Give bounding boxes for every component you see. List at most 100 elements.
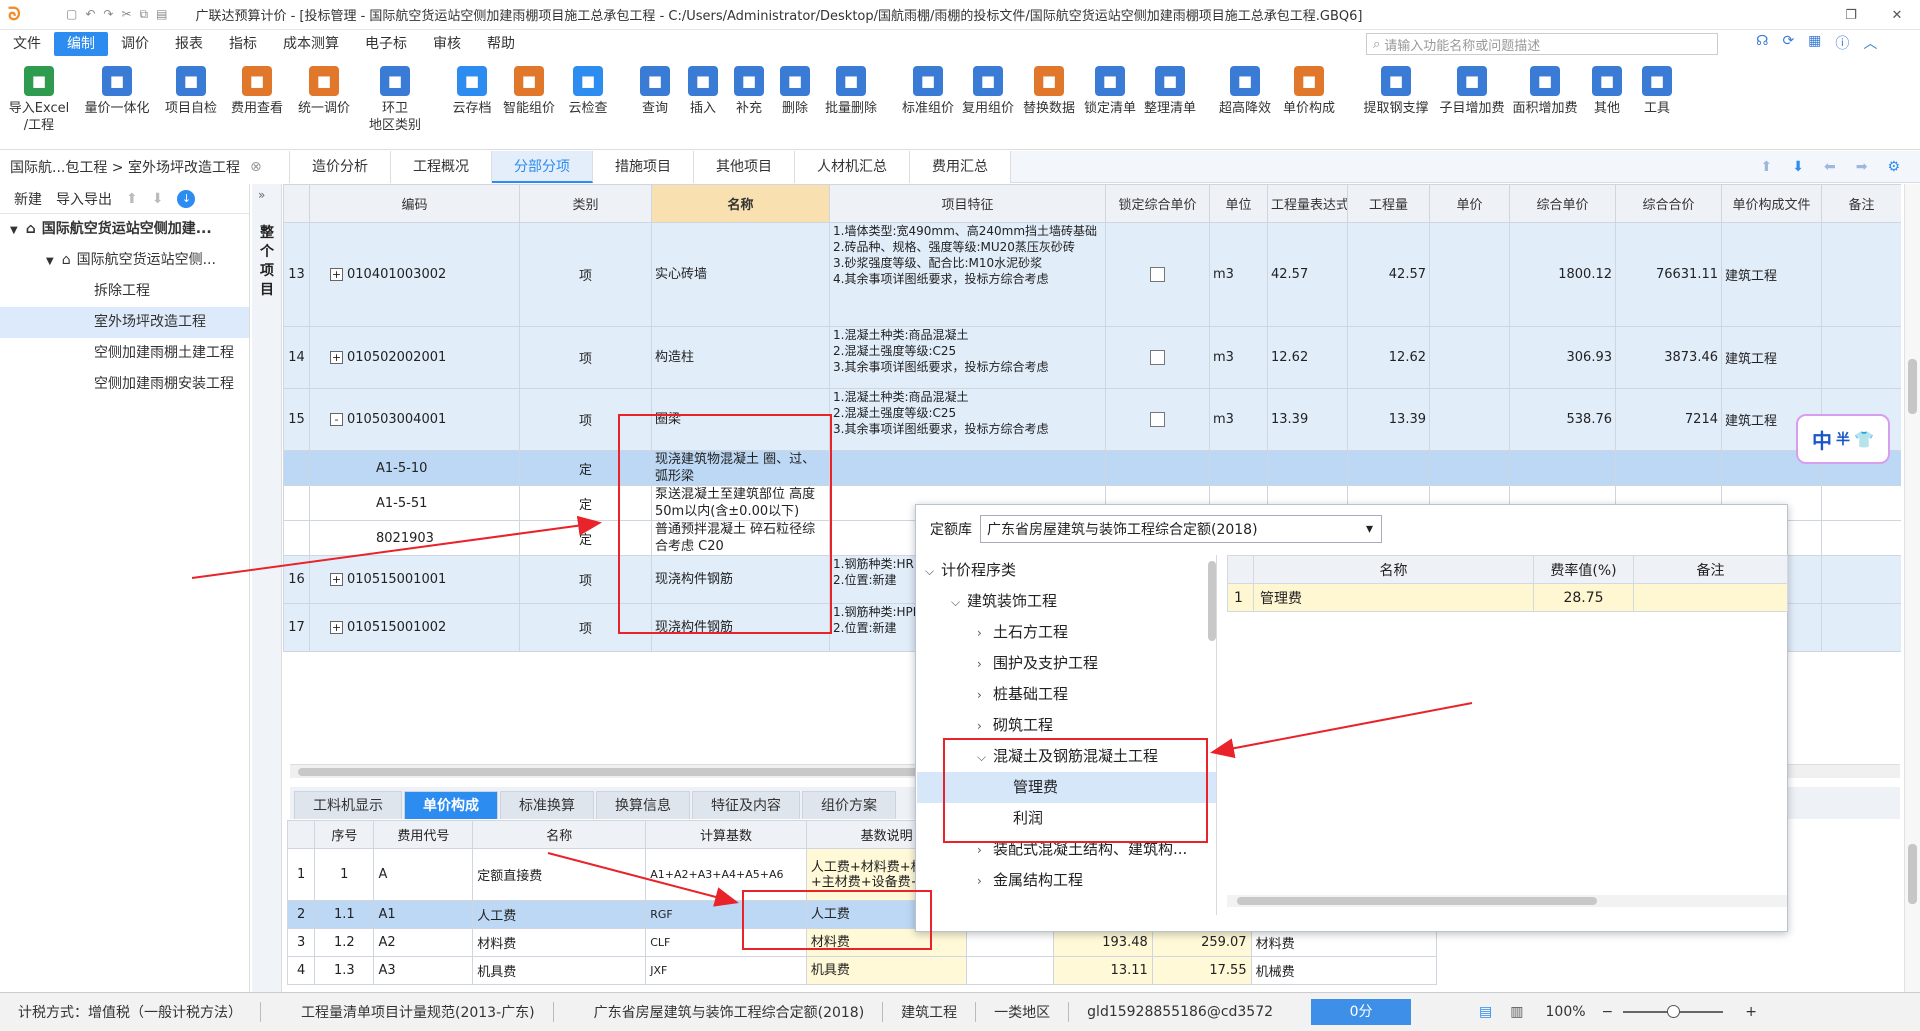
fee-rate-header-3[interactable]: 备注 <box>1633 555 1788 584</box>
quota-tree-item-0[interactable]: ⌵ 计价程序类 <box>917 555 1216 586</box>
code-cell[interactable]: +010502002001 <box>309 326 520 389</box>
tab-5[interactable]: 人材机汇总 <box>795 150 910 183</box>
fee-rate-header-1[interactable]: 名称 <box>1253 555 1534 584</box>
refresh-icon[interactable]: ⟳ <box>1782 33 1794 53</box>
copy-icon[interactable]: ⧉ <box>140 7 149 22</box>
detail-tab-1[interactable]: 单价构成 <box>404 791 498 819</box>
detail-tab-4[interactable]: 特征及内容 <box>692 791 800 819</box>
ribbon-button-6[interactable]: ■ 云存档 <box>448 58 496 117</box>
grid-row[interactable]: 15-010503004001 项圈梁 1.混凝土种类:商品混凝土 2.混凝土强度等… <box>283 388 1901 451</box>
grid-row[interactable]: 14 +010502002001 项构造柱 1.混凝土种类:商品混凝土 2.混凝土强度… <box>283 326 1901 389</box>
ribbon-button-12[interactable]: ■ 删除 <box>774 58 816 117</box>
chevron-right-icon[interactable]: › <box>977 711 993 742</box>
ribbon-button-11[interactable]: ■ 补充 <box>728 58 770 117</box>
ribbon-button-10[interactable]: ■ 插入 <box>682 58 724 117</box>
tree-toggle-icon[interactable]: ▼ <box>10 225 18 236</box>
ribbon-button-14[interactable]: ■ 标准组价 <box>900 58 956 117</box>
expand-toggle-icon[interactable]: + <box>330 351 343 364</box>
tree-item-1[interactable]: ▼ ⌂ 国际航空货运站空侧... <box>0 245 249 276</box>
lock-cell[interactable] <box>1105 450 1210 486</box>
unit-price-header-0[interactable] <box>287 820 316 849</box>
popup-hscrollbar[interactable] <box>1227 895 1787 907</box>
expand-toggle-icon[interactable]: + <box>330 573 343 586</box>
whole-project-tab[interactable]: » 整个项目 <box>252 184 282 992</box>
ribbon-button-25[interactable]: ■ 工具 <box>1634 58 1680 117</box>
quota-tree-item-8[interactable]: 利润 <box>917 803 1216 834</box>
ribbon-button-20[interactable]: ■ 单价构成 <box>1278 58 1340 117</box>
ribbon-button-8[interactable]: ■ 云检查 <box>562 58 614 117</box>
arrow-up-icon[interactable]: ⬆ <box>126 191 138 207</box>
grid-header-11[interactable]: 综合合价 <box>1615 184 1722 223</box>
menu-item-2[interactable]: 调价 <box>108 32 162 56</box>
detail-tab-3[interactable]: 换算信息 <box>596 791 690 819</box>
tree-toggle-icon[interactable]: ▼ <box>46 256 54 267</box>
ribbon-button-24[interactable]: ■ 其他 <box>1584 58 1630 117</box>
ribbon-button-13[interactable]: ■ 批量删除 <box>820 58 882 117</box>
collapse-icon[interactable]: ︿ <box>1863 33 1877 53</box>
feature-search-input[interactable]: ⌕ 请输入功能名称或问题描述 <box>1366 33 1718 55</box>
move-up-icon[interactable]: ⬆ <box>1761 159 1773 175</box>
cut-icon[interactable]: ✂ <box>121 7 131 22</box>
tree-item-0[interactable]: ▼ ⌂ 国际航空货运站空侧加建... <box>0 214 249 245</box>
code-cell[interactable]: +010515001001 <box>309 555 520 604</box>
ribbon-button-16[interactable]: ■ 替换数据 <box>1020 58 1078 117</box>
lock-checkbox[interactable] <box>1150 267 1165 282</box>
ribbon-button-0[interactable]: ■ 导入Excel /工程 <box>4 58 74 134</box>
quota-tree-item-3[interactable]: › 围护及支护工程 <box>917 648 1216 679</box>
import-export-button[interactable]: 导入导出 <box>56 189 112 209</box>
redo-icon[interactable]: ↷ <box>103 7 113 22</box>
layout-icon-b[interactable]: ▥ <box>1510 1004 1523 1020</box>
zoom-slider[interactable] <box>1623 1005 1724 1018</box>
grid-header-4[interactable]: 项目特征 <box>829 184 1106 223</box>
tab-2[interactable]: 分部分项 <box>492 150 593 183</box>
grid-header-5[interactable]: 锁定综合单价 <box>1105 184 1210 223</box>
lock-checkbox[interactable] <box>1150 350 1165 365</box>
quota-tree-item-2[interactable]: › 土石方工程 <box>917 617 1216 648</box>
grid-header-10[interactable]: 综合单价 <box>1509 184 1616 223</box>
menu-item-8[interactable]: 帮助 <box>474 32 528 56</box>
collapse-circle-icon[interactable]: ⊗ <box>250 159 262 175</box>
new-button[interactable]: 新建 <box>14 189 42 209</box>
zoom-out-icon[interactable]: − <box>1602 1004 1614 1020</box>
menu-item-7[interactable]: 审核 <box>420 32 474 56</box>
ribbon-button-7[interactable]: ■ 智能组价 <box>500 58 558 117</box>
tab-0[interactable]: 造价分析 <box>290 150 391 183</box>
code-cell[interactable]: A1-5-10 <box>309 450 520 486</box>
fee-rate-header-0[interactable] <box>1227 555 1254 584</box>
tab-1[interactable]: 工程概况 <box>391 150 492 183</box>
ribbon-button-19[interactable]: ■ 超高降效 <box>1216 58 1274 117</box>
lock-cell[interactable] <box>1105 222 1210 327</box>
move-down-icon[interactable]: ⬇ <box>1792 159 1804 175</box>
move-left-icon[interactable]: ⬅ <box>1824 159 1836 175</box>
unit-price-header-4[interactable]: 计算基数 <box>645 820 807 849</box>
code-cell[interactable]: -010503004001 <box>309 388 520 451</box>
tab-6[interactable]: 费用汇总 <box>910 150 1011 183</box>
grid-header-0[interactable] <box>283 184 310 223</box>
grid-header-2[interactable]: 类别 <box>519 184 652 223</box>
grid-header-7[interactable]: 工程量表达式 <box>1267 184 1348 223</box>
vertical-scrollbar[interactable] <box>1904 184 1920 992</box>
grid-header-12[interactable]: 单价构成文件 <box>1721 184 1822 223</box>
code-cell[interactable]: 8021903 <box>309 520 520 556</box>
quota-tree-item-5[interactable]: › 砌筑工程 <box>917 710 1216 741</box>
grid-header-13[interactable]: 备注 <box>1821 184 1901 223</box>
lock-cell[interactable] <box>1105 388 1210 451</box>
quota-library-select[interactable]: 广东省房屋建筑与装饰工程综合定额(2018) ▾ <box>980 515 1382 543</box>
ribbon-button-4[interactable]: ■ 统一调价 <box>292 58 356 117</box>
popup-tree-scrollbar[interactable] <box>1208 561 1216 641</box>
menu-item-6[interactable]: 电子标 <box>352 32 420 56</box>
ribbon-button-15[interactable]: ■ 复用组价 <box>960 58 1016 117</box>
chevron-right-icon[interactable]: › <box>977 866 993 897</box>
grid-header-3[interactable]: 名称 <box>651 184 830 223</box>
detail-tab-2[interactable]: 标准换算 <box>500 791 594 819</box>
menu-item-1[interactable]: 编制 <box>54 32 108 56</box>
headset-icon[interactable]: ☊ <box>1756 33 1768 53</box>
ribbon-button-3[interactable]: ■ 费用查看 <box>226 58 288 117</box>
menu-item-3[interactable]: 报表 <box>162 32 216 56</box>
tree-item-4[interactable]: 空侧加建雨棚土建工程 <box>0 338 249 369</box>
expand-toggle-icon[interactable]: + <box>330 621 343 634</box>
menu-item-5[interactable]: 成本测算 <box>270 32 352 56</box>
chevron-right-icon[interactable]: › <box>977 835 993 866</box>
quota-tree-item-9[interactable]: › 装配式混凝土结构、建筑构... <box>917 834 1216 865</box>
menu-item-0[interactable]: 文件 <box>0 32 54 56</box>
